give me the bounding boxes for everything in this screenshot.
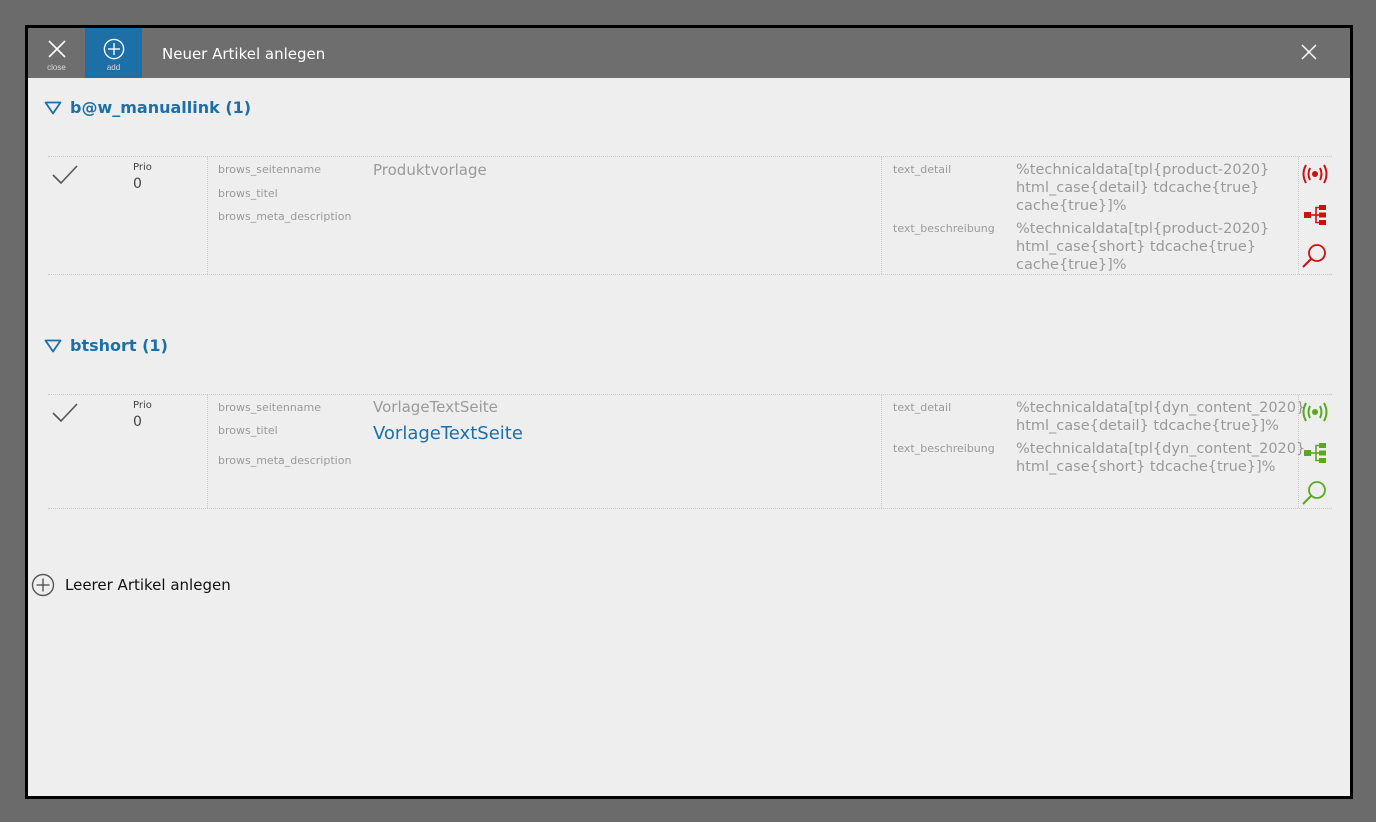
field-label: brows_titel [218,187,278,200]
divider [1298,395,1299,508]
close-icon [47,40,66,58]
article-dialog: close add Neuer Artikel anlegen b@w_manu… [25,25,1353,799]
divider [207,157,208,274]
close-button-label: close [47,63,66,72]
text-detail-value: %technicaldata[tpl{dyn_content_2020} htm… [1016,400,1306,434]
dialog-titlebar: close add Neuer Artikel anlegen [28,28,1350,78]
dialog-title: Neuer Artikel anlegen [162,45,326,63]
sitemap-icon[interactable] [1300,203,1330,227]
prio-value: 0 [133,414,142,430]
titel-value[interactable]: VorlageTextSeite [373,423,523,444]
field-label: brows_seitenname [218,163,322,176]
search-icon[interactable] [1300,479,1330,507]
prio-label: Prio [133,162,152,173]
prio-value: 0 [133,176,142,192]
add-empty-article-button[interactable]: Leerer Artikel anlegen [31,573,231,597]
search-icon[interactable] [1300,242,1330,270]
add-button-label: add [106,63,121,72]
text-detail-label: text_detail [893,401,952,414]
check-icon[interactable] [50,401,80,425]
prio-label: Prio [133,400,152,411]
close-icon[interactable] [1298,41,1320,63]
text-beschreibung-label: text_beschreibung [893,222,995,235]
text-beschreibung-value: %technicaldata[tpl{dyn_content_2020} htm… [1016,441,1306,475]
field-label: brows_seitenname [218,401,322,414]
group-title: b@w_manuallink (1) [70,98,252,117]
table-row: Prio 0 brows_seitenname brows_titel brow… [48,394,1332,509]
divider [881,395,882,508]
check-icon[interactable] [50,163,80,187]
seitenname-value: Produktvorlage [373,161,487,179]
field-label: brows_titel [218,424,278,437]
add-circle-icon [31,573,55,597]
broadcast-icon[interactable] [1300,162,1330,186]
text-beschreibung-label: text_beschreibung [893,442,995,455]
seitenname-value: VorlageTextSeite [373,398,498,416]
add-empty-article-label: Leerer Artikel anlegen [65,576,231,594]
close-button[interactable]: close [28,28,85,78]
table-row: Prio 0 brows_seitenname brows_titel brow… [48,156,1332,275]
text-detail-label: text_detail [893,163,952,176]
divider [881,157,882,274]
triangle-down-icon [44,101,62,114]
field-label: brows_meta_description [218,210,352,223]
text-beschreibung-value: %technicaldata[tpl{product-2020} html_ca… [1016,221,1270,273]
triangle-down-icon [44,339,62,352]
field-label: brows_meta_description [218,454,352,467]
text-detail-value: %technicaldata[tpl{product-2020} html_ca… [1016,162,1270,214]
divider [1298,157,1299,274]
group-header[interactable]: b@w_manuallink (1) [44,98,251,117]
divider [207,395,208,508]
broadcast-icon[interactable] [1300,400,1330,424]
group-header[interactable]: btshort (1) [44,336,168,355]
sitemap-icon[interactable] [1300,441,1330,465]
group-title: btshort (1) [70,336,168,355]
add-circle-icon [103,38,124,60]
add-button[interactable]: add [85,28,142,78]
